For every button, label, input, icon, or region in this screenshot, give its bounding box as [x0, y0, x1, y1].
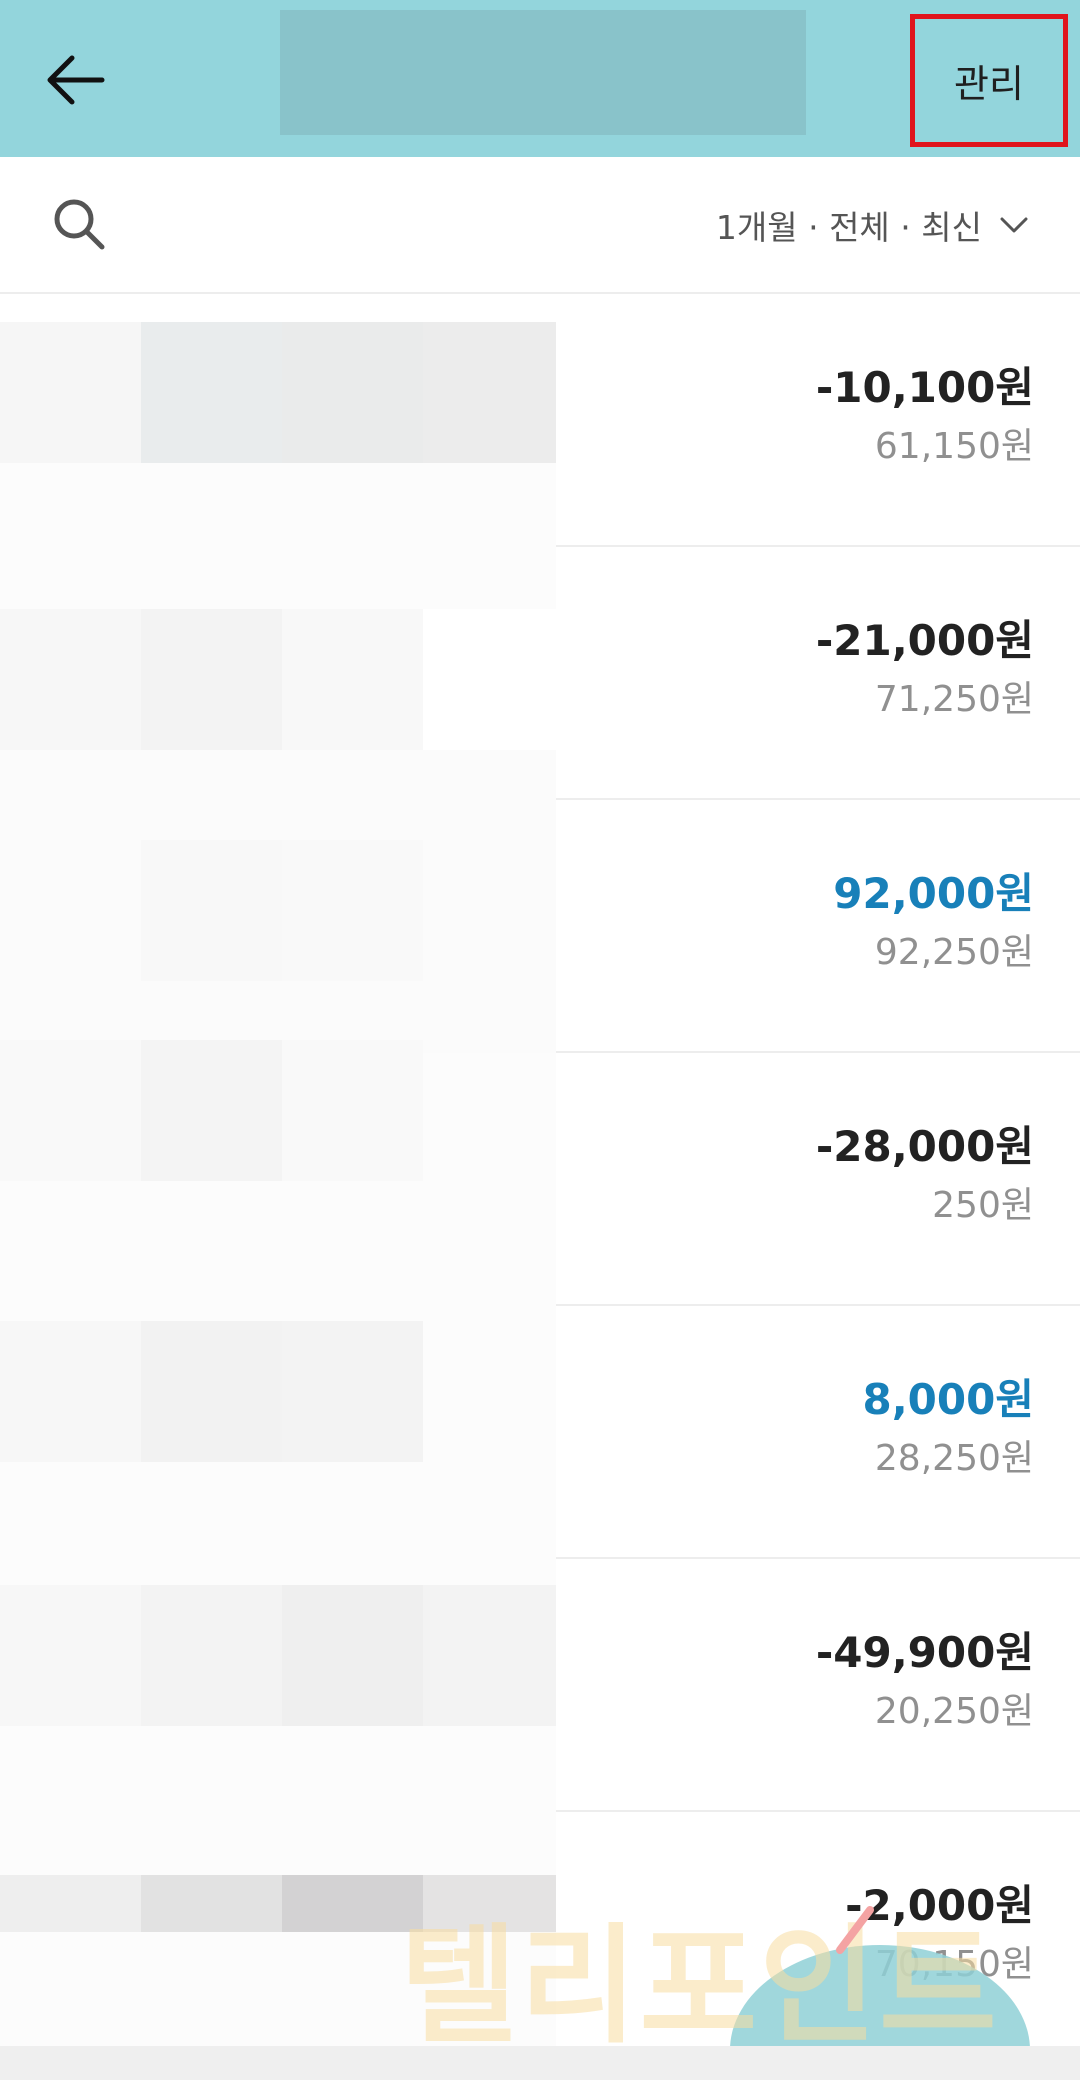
filter-bar: 1개월 · 전체 · 최신 [0, 157, 1080, 294]
redacted-transaction-details [0, 1040, 556, 1306]
transaction-amount: -10,100원 [815, 363, 1034, 412]
transaction-amount: -21,000원 [815, 616, 1034, 665]
transaction-row[interactable]: -21,000원 71,250원 [0, 547, 1080, 800]
redacted-title [280, 10, 806, 135]
transaction-balance: 71,250원 [874, 679, 1034, 720]
transaction-amount: 8,000원 [862, 1375, 1035, 1424]
transaction-balance: 61,150원 [874, 426, 1034, 467]
transaction-row[interactable]: -49,900원 20,250원 [0, 1559, 1080, 1812]
redacted-transaction-details [0, 1306, 556, 1559]
back-button[interactable] [30, 40, 120, 120]
transaction-balance: 28,250원 [874, 1438, 1034, 1479]
transaction-amount: 92,000원 [833, 869, 1034, 918]
manage-button[interactable]: 관리 [910, 14, 1068, 147]
redacted-transaction-details [0, 547, 556, 800]
redacted-transaction-details [0, 1559, 556, 1812]
transaction-amount: -28,000원 [815, 1122, 1034, 1171]
period-filter-button[interactable]: 1개월 · 전체 · 최신 [716, 197, 1028, 253]
transaction-row[interactable]: 8,000원 28,250원 [0, 1306, 1080, 1559]
transaction-amount: -2,000원 [845, 1881, 1034, 1930]
top-app-bar: 관리 [0, 0, 1080, 157]
manage-button-label: 관리 [954, 62, 1024, 106]
filter-label: 1개월 · 전체 · 최신 [715, 208, 982, 247]
transaction-list: -10,100원 61,150원 -21,000원 71,250원 92,000… [0, 294, 1080, 2046]
transaction-row[interactable]: -28,000원 250원 [0, 1040, 1080, 1306]
transaction-balance: 20,250원 [874, 1691, 1034, 1732]
transaction-row[interactable]: -2,000원 70,150원 [0, 1812, 1080, 2046]
transaction-row[interactable]: 92,000원 92,250원 [0, 800, 1080, 1053]
transaction-balance: 92,250원 [874, 932, 1034, 973]
transaction-amount: -49,900원 [815, 1628, 1034, 1677]
chevron-down-icon [1000, 217, 1028, 233]
search-button[interactable] [48, 193, 112, 257]
redacted-transaction-details [0, 294, 556, 547]
transaction-balance: 250원 [932, 1185, 1034, 1226]
search-icon [54, 199, 105, 250]
redacted-transaction-details [0, 1812, 556, 2046]
transaction-row[interactable]: -10,100원 61,150원 [0, 294, 1080, 547]
bottom-edge [0, 2046, 1080, 2080]
redacted-transaction-details [0, 800, 556, 1053]
transaction-balance: 70,150원 [874, 1944, 1034, 1985]
arrow-left-icon [47, 55, 105, 105]
